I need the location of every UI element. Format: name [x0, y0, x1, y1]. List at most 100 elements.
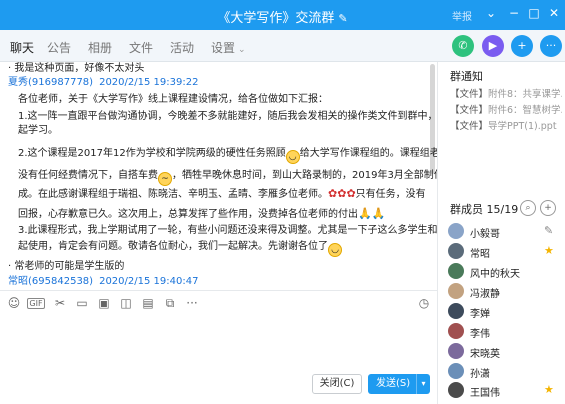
red-packet-icon[interactable]: ▤	[140, 296, 156, 310]
chat-message-area[interactable]: · 我是这种页面，好像不太对头 夏秀(916987778) 2020/2/15 1…	[0, 62, 437, 290]
maximize-icon[interactable]: □	[527, 6, 541, 20]
member-name: 常昭	[470, 249, 490, 260]
phone-call-icon[interactable]: ✆	[452, 35, 474, 57]
edit-icon[interactable]: ✎	[544, 224, 553, 237]
avatar	[448, 323, 464, 339]
message-time: 2020/2/15 19:40:47	[99, 276, 199, 287]
file-name: 导学PPT(1).ppt	[488, 121, 557, 132]
member-name: 王国伟	[470, 388, 500, 399]
chevron-down-icon: ⌄	[238, 45, 246, 55]
member-name: 风中的秋天	[470, 269, 520, 280]
tab-album[interactable]: 相册	[88, 39, 112, 56]
file-prefix: 【文件】	[450, 105, 489, 116]
message-line: 各位老师，关于《大学写作》线上课程建设情况，给各位做如下汇报：	[18, 94, 328, 105]
message-line: 起学习。	[18, 125, 58, 136]
message-text: 2.这个课程是2017年12作为学校和学院两级的硬性任务照顾	[18, 148, 286, 159]
tab-announcements[interactable]: 公告	[47, 39, 71, 56]
close-icon[interactable]: ✕	[547, 6, 561, 20]
member-item[interactable]: 宋晓英	[448, 342, 558, 362]
message-sender: 夏秀(916987778) 2020/2/15 19:39:22	[8, 76, 198, 90]
shake-icon[interactable]: ◫	[118, 296, 134, 310]
member-name: 冯淑静	[470, 289, 500, 300]
send-button[interactable]: 发送(S) ▾	[368, 374, 430, 394]
message-time: 2020/2/15 19:39:22	[99, 77, 199, 88]
member-item[interactable]: 王国伟 ★	[448, 381, 558, 401]
more-options-icon[interactable]: ···	[540, 35, 562, 57]
member-name: 孙潇	[470, 369, 490, 380]
message-line: 2.这个课程是2017年12作为学校和学院两级的硬性任务照顾 ◡ 给大学写作课程组的…	[18, 147, 437, 164]
member-item[interactable]: 小毅哥 ✎	[448, 222, 558, 242]
message-line: 3.此课程形式，我上学期试用了一轮，有些小问题还没来得及调整。尤其是一下子这么多…	[18, 225, 437, 236]
window-title-wrap: 《大学写作》交流群 ✎	[0, 7, 565, 26]
notice-title: 群通知	[450, 70, 483, 83]
avatar	[448, 363, 464, 379]
sender-name[interactable]: 常昭	[8, 276, 28, 287]
avatar	[448, 223, 464, 239]
send-button-label: 发送(S)	[376, 378, 411, 389]
member-item[interactable]: 李伟	[448, 322, 558, 342]
history-clock-icon[interactable]: ◷	[416, 296, 432, 310]
chevron-down-icon[interactable]: ▾	[416, 374, 430, 394]
member-item[interactable]: 李婵	[448, 302, 558, 322]
sender-name[interactable]: 夏秀	[8, 77, 28, 88]
message-line: 没有任何经费情况下，自搭车费 ~ ，牺牲早晚休息时间，到山大路录制的，2019年3月…	[18, 169, 437, 186]
tab-files[interactable]: 文件	[129, 39, 153, 56]
avatar	[448, 343, 464, 359]
tab-bar: 聊天 公告 相册 文件 活动 设置 ⌄	[0, 30, 565, 62]
search-icon[interactable]: ⌕	[520, 200, 536, 216]
input-toolbar: ☺ GIF ✂ ▭ ▣ ◫ ▤ ⧉ ··· ◷	[0, 290, 437, 314]
grin-emoji-icon: ◡	[285, 150, 300, 164]
message-line: 回报，心存歉意已久。这次用上，总算发挥了些作用，没费掉各位老师的付出🙏🙏	[18, 207, 385, 222]
notice-file-item[interactable]: 【文件】附件6：智慧树学...	[450, 102, 562, 116]
pray-hands-icon: 🙏	[371, 207, 386, 220]
avatar	[448, 283, 464, 299]
more-icon[interactable]: ···	[184, 296, 200, 310]
mic-icon[interactable]: ⧉	[162, 296, 178, 311]
emoji-icon[interactable]: ☺	[6, 296, 22, 310]
message-line: 1.这一阵一直跟平台做沟通协调，今晚差不多就能建好，随后我会发相关的操作类文件到…	[18, 111, 437, 122]
sender-qq[interactable]: (695842538)	[28, 276, 93, 287]
message-text: ，牺牲早晚休息时间，到山大路录制的，2019年3月全部制作完	[172, 170, 437, 181]
rose-icon: ✿	[346, 187, 356, 200]
sender-qq[interactable]: (916987778)	[28, 77, 93, 88]
message-line: 成。在此感谢课程组于瑞祖、陈晓洁、辛明玉、孟晴、李雁多位老师。✿✿✿只有任务，没…	[18, 187, 426, 202]
edit-title-icon[interactable]: ✎	[338, 12, 347, 25]
member-item[interactable]: 常昭 ★	[448, 242, 558, 262]
add-member-icon[interactable]: +	[540, 200, 556, 216]
message-input[interactable]	[0, 314, 437, 374]
scissors-icon[interactable]: ✂	[52, 296, 68, 310]
video-call-icon[interactable]: ▶	[482, 35, 504, 57]
notice-file-item[interactable]: 【文件】导学PPT(1).ppt	[450, 118, 562, 132]
thinking-emoji-icon: ~	[158, 172, 172, 186]
member-name: 小毅哥	[470, 229, 500, 240]
tab-chat[interactable]: 聊天	[10, 39, 34, 56]
notice-file-item[interactable]: 【文件】附件8：共享课学...	[450, 86, 562, 100]
report-link[interactable]: 举报	[452, 8, 472, 23]
share-screen-icon[interactable]: +	[511, 35, 533, 57]
message-text: 回报，心存歉意已久。这次用上，总算发挥了些作用，没费掉各位老师的付出	[18, 209, 358, 220]
folder-icon[interactable]: ▭	[74, 296, 90, 310]
message-text: 只有任务，没有	[355, 189, 426, 200]
member-item[interactable]: 冯淑静	[448, 282, 558, 302]
window-title[interactable]: 《大学写作》交流群	[217, 11, 334, 26]
member-name: 李婵	[470, 309, 490, 320]
rose-icon: ✿	[328, 187, 338, 200]
message-text: 没有任何经费情况下，自搭车费	[18, 170, 158, 181]
message-text: 成。在此感谢课程组于瑞祖、陈晓洁、辛明玉、孟晴、李雁多位老师。	[18, 189, 328, 200]
member-item[interactable]: 孙潇	[448, 362, 558, 382]
pray-hands-icon: 🙏	[358, 207, 372, 220]
file-name: 附件6：智慧树学...	[488, 105, 562, 116]
minimize-icon[interactable]: −	[507, 6, 521, 20]
gif-icon[interactable]: GIF	[27, 298, 45, 309]
star-icon: ★	[544, 244, 554, 257]
member-item[interactable]: 风中的秋天	[448, 262, 558, 282]
member-name: 李伟	[470, 329, 490, 340]
tab-settings-label: 设置	[211, 41, 236, 55]
tab-settings[interactable]: 设置 ⌄	[211, 39, 246, 56]
image-icon[interactable]: ▣	[96, 296, 112, 310]
close-button[interactable]: 关闭(C)	[312, 374, 362, 394]
message-text: 起使用，肯定会有问题。敬请各位耐心，我们一起解决。先谢谢各位了	[18, 241, 328, 252]
chevron-down-icon[interactable]: ⌄	[484, 6, 498, 20]
tab-activities[interactable]: 活动	[170, 39, 194, 56]
members-header: 群成员 15/19	[450, 203, 519, 216]
